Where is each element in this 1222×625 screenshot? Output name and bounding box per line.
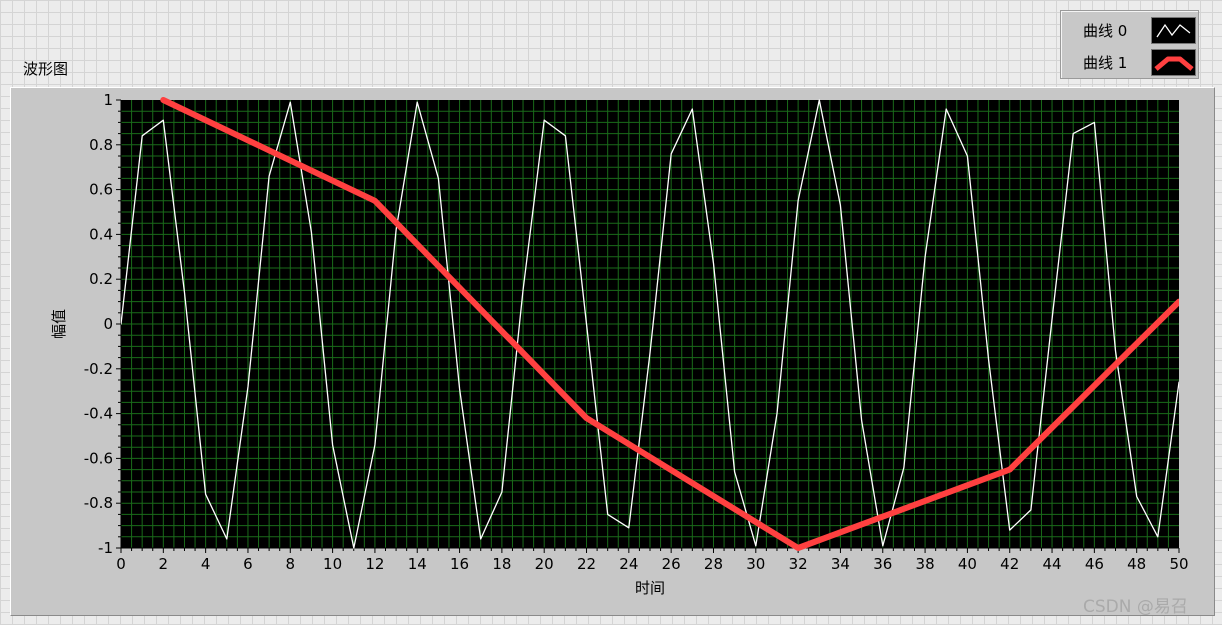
x-tick-label: 30 [746,555,765,573]
legend-item-curve-1[interactable]: 曲线 1 [1061,46,1198,76]
x-tick-label: 40 [958,555,977,573]
legend-label-curve-1: 曲线 1 [1083,54,1128,72]
x-tick-label: 12 [365,555,384,573]
y-tick-label: 0.2 [89,270,113,288]
x-tick-label: 18 [492,555,511,573]
x-tick-label: 28 [704,555,723,573]
legend-swatch-curve-0[interactable] [1151,17,1196,44]
watermark: CSDN @易召 [1083,597,1188,617]
x-tick-label: 46 [1085,555,1104,573]
legend-item-curve-0[interactable]: 曲线 0 [1061,14,1198,44]
plot-frame: 0 2 4 6 8 10 12 14 16 18 20 22 24 26 28 30 32 34 36 38 40 42 4… [10,87,1215,616]
x-tick-label: 20 [535,555,554,573]
x-tick-label: 48 [1127,555,1146,573]
y-tick-label: 0 [103,315,113,333]
x-tick-label: 2 [159,555,169,573]
x-tick-label: 22 [577,555,596,573]
y-tick-label: 1 [103,91,113,109]
x-tick-label: 26 [662,555,681,573]
y-tick-label: 0.4 [89,225,113,243]
x-tick-label: 36 [873,555,892,573]
y-tick-label: 0.8 [89,136,113,154]
legend-label-curve-0: 曲线 0 [1083,22,1128,40]
chart-title: 波形图 [23,60,69,78]
waveform-chart[interactable]: 0 2 4 6 8 10 12 14 16 18 20 22 24 26 28 30 32 34 36 38 40 42 4… [11,88,1214,615]
x-tick-label: 44 [1042,555,1061,573]
x-tick-label: 24 [619,555,638,573]
x-tick-label: 0 [116,555,126,573]
x-tick-label: 10 [323,555,342,573]
x-tick-label: 6 [243,555,253,573]
y-tick-label: 0.6 [89,181,113,199]
x-tick-label: 42 [1000,555,1019,573]
x-tick-label: 32 [789,555,808,573]
y-tick-label: -1 [98,539,113,557]
y-tick-label: -0.2 [84,360,113,378]
y-tick-label: -0.4 [84,405,113,423]
x-tick-label: 34 [831,555,850,573]
y-tick-label: -0.6 [84,449,113,467]
thin-line-icon [1156,23,1191,38]
x-axis-title: 时间 [635,579,665,597]
legend-swatch-curve-1[interactable] [1151,49,1196,76]
plot-legend[interactable]: 曲线 0 曲线 1 [1060,10,1199,79]
y-tick-label: -0.8 [84,494,113,512]
x-tick-label: 14 [408,555,427,573]
y-axis-title: 幅值 [50,309,68,339]
thick-line-icon [1154,56,1194,71]
x-tick-label: 16 [450,555,469,573]
x-tick-label: 50 [1169,555,1188,573]
x-tick-label: 4 [201,555,211,573]
x-tick-label: 8 [286,555,296,573]
x-tick-label: 38 [916,555,935,573]
